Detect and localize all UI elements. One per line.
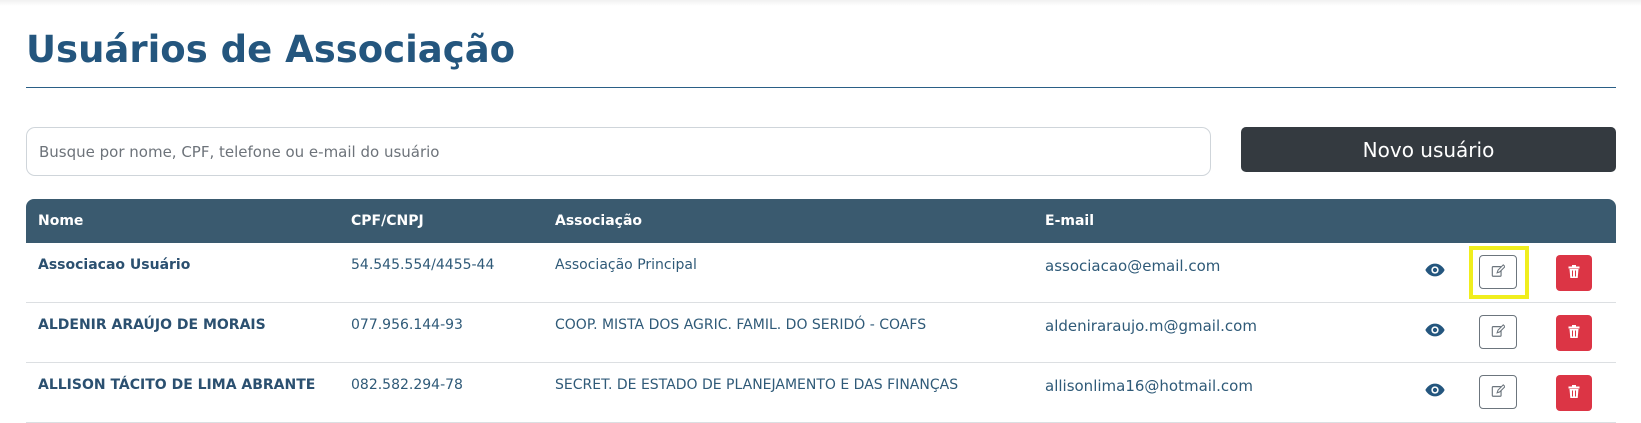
- title-divider: [26, 87, 1616, 88]
- top-shadow: [0, 0, 1641, 6]
- user-email: associacao@email.com: [1045, 257, 1221, 275]
- page-title: Usuários de Associação: [26, 28, 516, 71]
- eye-icon[interactable]: [1424, 259, 1446, 281]
- user-name[interactable]: ALLISON TÁCITO DE LIMA ABRANTE: [38, 377, 315, 393]
- eye-icon[interactable]: [1424, 319, 1446, 341]
- user-association: Associação Principal: [555, 257, 697, 273]
- user-email: allisonlima16@hotmail.com: [1045, 377, 1253, 395]
- trash-icon: [1568, 385, 1580, 401]
- user-association: COOP. MISTA DOS AGRIC. FAMIL. DO SERIDÓ …: [555, 317, 927, 333]
- column-header-cpf[interactable]: CPF/CNPJ: [351, 213, 424, 229]
- edit-icon: [1491, 263, 1506, 281]
- column-header-email[interactable]: E-mail: [1045, 213, 1094, 229]
- search-input[interactable]: [26, 127, 1211, 176]
- delete-button[interactable]: [1556, 255, 1592, 291]
- user-email: aldeniraraujo.m@gmail.com: [1045, 317, 1257, 335]
- edit-icon: [1491, 323, 1506, 341]
- user-name[interactable]: Associacao Usuário: [38, 257, 190, 273]
- table-header: Nome CPF/CNPJ Associação E-mail: [26, 199, 1616, 243]
- trash-icon: [1568, 265, 1580, 281]
- column-header-nome[interactable]: Nome: [38, 213, 83, 229]
- user-cpf: 082.582.294-78: [351, 377, 463, 393]
- user-association: SECRET. DE ESTADO DE PLANEJAMENTO E DAS …: [555, 377, 959, 393]
- users-table: Nome CPF/CNPJ Associação E-mail Associac…: [26, 199, 1616, 423]
- delete-button[interactable]: [1556, 375, 1592, 411]
- new-user-button[interactable]: Novo usuário: [1241, 127, 1616, 172]
- eye-icon[interactable]: [1424, 379, 1446, 401]
- delete-button[interactable]: [1556, 315, 1592, 351]
- edit-icon: [1491, 383, 1506, 401]
- user-cpf: 54.545.554/4455-44: [351, 257, 495, 273]
- table-row: ALLISON TÁCITO DE LIMA ABRANTE 082.582.2…: [26, 363, 1616, 423]
- user-cpf: 077.956.144-93: [351, 317, 463, 333]
- edit-button[interactable]: [1479, 375, 1517, 409]
- edit-button[interactable]: [1479, 255, 1517, 289]
- table-row: ALDENIR ARAÚJO DE MORAIS 077.956.144-93 …: [26, 303, 1616, 363]
- trash-icon: [1568, 325, 1580, 341]
- column-header-associacao[interactable]: Associação: [555, 213, 642, 229]
- table-row: Associacao Usuário 54.545.554/4455-44 As…: [26, 243, 1616, 303]
- user-name[interactable]: ALDENIR ARAÚJO DE MORAIS: [38, 317, 266, 333]
- edit-button[interactable]: [1479, 315, 1517, 349]
